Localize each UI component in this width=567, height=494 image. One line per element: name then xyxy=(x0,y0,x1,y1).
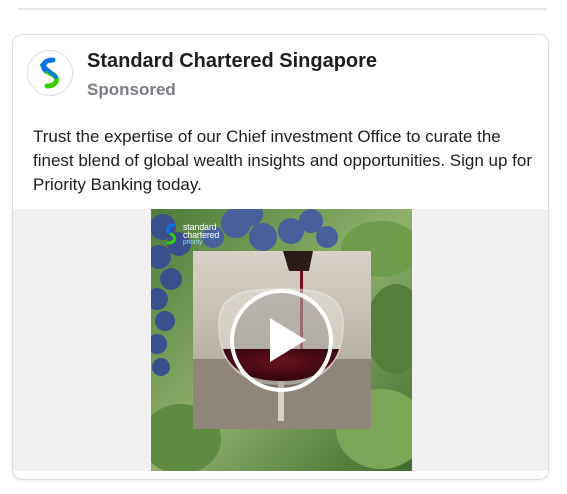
brand-overlay-line-3: priority xyxy=(183,239,203,246)
standard-chartered-logo-icon xyxy=(28,51,72,95)
sponsored-label[interactable]: Sponsored xyxy=(87,80,176,100)
brand-overlay: standard chartered priority xyxy=(183,223,219,247)
media-container: standard chartered priority xyxy=(13,209,548,471)
page-name-link[interactable]: Standard Chartered Singapore xyxy=(87,50,377,73)
play-icon xyxy=(270,318,306,362)
brand-overlay-logo-icon xyxy=(166,223,176,245)
video-thumbnail[interactable]: standard chartered priority xyxy=(151,209,412,471)
post-header: Standard Chartered Singapore Sponsored xyxy=(13,35,548,115)
post-message: Trust the expertise of our Chief investm… xyxy=(33,127,532,194)
sponsored-post-card: Standard Chartered Singapore Sponsored T… xyxy=(12,34,549,480)
play-button[interactable] xyxy=(230,289,333,392)
brand-overlay-line-2: chartered xyxy=(183,230,220,240)
feed-divider xyxy=(18,8,547,10)
page-avatar[interactable] xyxy=(27,50,73,96)
